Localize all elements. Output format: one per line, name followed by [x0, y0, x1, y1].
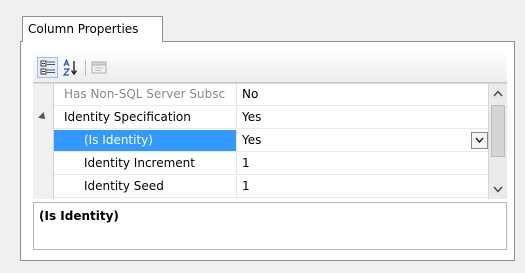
property-pages-icon	[91, 61, 107, 74]
property-row-identity-specification[interactable]: Identity Specification Yes	[54, 107, 488, 130]
categorized-icon	[40, 60, 55, 75]
property-pages-button[interactable]	[89, 57, 110, 78]
property-value: No	[237, 84, 488, 106]
property-row-identity-seed[interactable]: Identity Seed 1	[54, 176, 488, 199]
property-row-has-non-sql-server-subscriber[interactable]: Has Non-SQL Server Subsc No	[54, 84, 488, 107]
property-name: Has Non-SQL Server Subsc	[54, 84, 237, 106]
property-value: 1	[237, 176, 488, 198]
chevron-down-icon	[493, 186, 503, 193]
vertical-scrollbar[interactable]	[488, 84, 507, 199]
alphabetical-button[interactable]	[61, 57, 82, 78]
property-row-identity-increment[interactable]: Identity Increment 1	[54, 153, 488, 176]
property-description-pane: (Is Identity)	[33, 202, 507, 250]
tab-column-properties[interactable]: Column Properties	[22, 16, 163, 42]
property-row-is-identity[interactable]: (Is Identity) Yes	[54, 130, 488, 153]
property-value: Yes	[237, 107, 488, 129]
scroll-down-button[interactable]	[489, 181, 507, 198]
property-name: Identity Increment	[54, 153, 237, 175]
property-name: Identity Specification	[54, 107, 237, 129]
dropdown-button[interactable]	[471, 132, 488, 149]
tab-label: Column Properties	[28, 22, 139, 36]
sort-alphabetical-icon	[63, 59, 78, 76]
chevron-down-icon	[475, 137, 484, 144]
scroll-up-button[interactable]	[489, 85, 507, 102]
property-value-select[interactable]: Yes	[237, 130, 488, 152]
property-value: Yes	[242, 133, 262, 147]
property-grid: Has Non-SQL Server Subsc No Identity Spe…	[33, 83, 507, 199]
property-toolbar	[33, 54, 507, 83]
property-name: Identity Seed	[54, 176, 237, 198]
property-value: 1	[237, 153, 488, 175]
categorized-button[interactable]	[37, 57, 58, 78]
scrollbar-thumb[interactable]	[491, 105, 505, 157]
grid-gutter	[33, 84, 54, 199]
property-name: (Is Identity)	[54, 130, 237, 152]
toolbar-separator	[85, 60, 86, 76]
property-panel: Has Non-SQL Server Subsc No Identity Spe…	[20, 41, 515, 261]
description-title: (Is Identity)	[39, 209, 119, 223]
chevron-up-icon	[493, 90, 503, 97]
